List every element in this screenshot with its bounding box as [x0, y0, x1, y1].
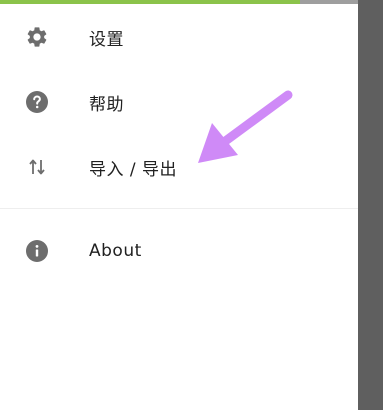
header-accent-bar — [0, 0, 300, 4]
info-circle-icon — [25, 239, 49, 263]
help-circle-icon — [25, 90, 49, 114]
menu-item-import-export[interactable]: 导入 / 导出 — [0, 143, 358, 191]
gear-icon — [25, 25, 49, 49]
screen: 设置 帮助 导入 / 导出 About — [0, 0, 383, 410]
menu-item-about[interactable]: About — [0, 227, 358, 275]
menu-item-label: 设置 — [89, 29, 124, 50]
navigation-drawer: 设置 帮助 导入 / 导出 About — [0, 0, 358, 410]
drawer-scrim[interactable] — [358, 0, 383, 410]
header-accent-bar-gray — [300, 0, 358, 4]
menu-item-label: 导入 / 导出 — [89, 159, 178, 180]
menu-item-help[interactable]: 帮助 — [0, 78, 358, 126]
menu-item-label: 帮助 — [89, 94, 124, 115]
import-export-icon — [25, 155, 49, 179]
menu-item-settings[interactable]: 设置 — [0, 13, 358, 61]
menu-divider — [0, 208, 358, 209]
menu-item-label: About — [89, 241, 142, 261]
